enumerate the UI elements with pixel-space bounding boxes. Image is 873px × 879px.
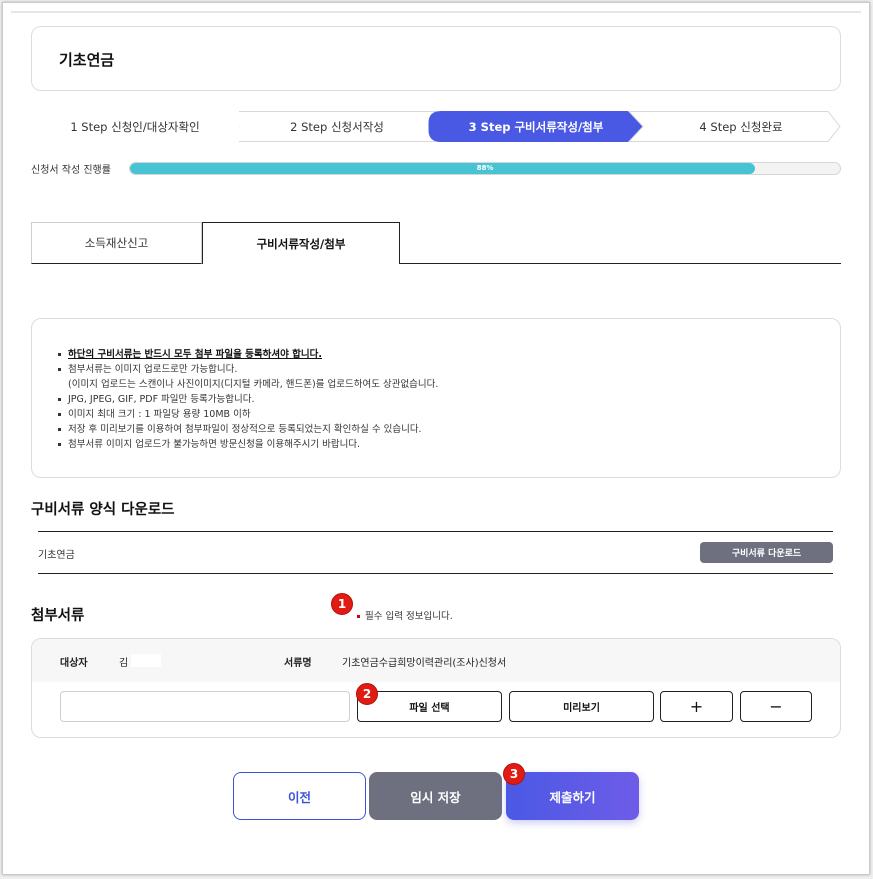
download-row-name: 기초연금 (38, 550, 75, 561)
notice-item: JPG, JPEG, GIF, PDF 파일만 등록가능합니다. (58, 392, 438, 407)
progress-text: 88% (476, 164, 494, 172)
target-label: 대상자 (60, 658, 88, 669)
target-value: 김 (119, 658, 129, 669)
step-indicator: 1 Step 신청인/대상자확인 2 Step 신청서작성 3 Step 구비서… (31, 111, 841, 142)
download-button[interactable]: 구비서류 다운로드 (700, 542, 833, 563)
file-select-button[interactable]: 파일 선택 (357, 691, 502, 722)
top-divider (11, 11, 861, 13)
download-section-title: 구비서류 양식 다운로드 (31, 502, 175, 518)
tab-documents[interactable]: 구비서류작성/첨부 (202, 222, 400, 264)
notice-item: 이미지 최대 크기 : 1 파일당 용량 10MB 이하 (58, 407, 438, 422)
file-path-input[interactable] (60, 691, 350, 722)
progress-bar: 88% (129, 162, 841, 175)
notice-item: (이미지 업로드는 스캔이나 사진이미지(디지털 카메라, 핸드폰)를 업로드하… (68, 379, 439, 390)
temp-save-button[interactable]: 임시 저장 (369, 772, 502, 820)
required-note: 필수 입력 정보입니다. (357, 608, 453, 622)
progress-label: 신청서 작성 진행률 (31, 165, 111, 176)
step-3-active: 3 Step 구비서류작성/첨부 (468, 119, 604, 134)
title-box: 기초연금 (31, 26, 841, 91)
doc-name: 기초연금수급희망이력관리(조사)신청서 (342, 658, 507, 669)
step-2: 2 Step 신청서작성 (290, 119, 384, 134)
page-title: 기초연금 (59, 51, 115, 69)
submit-button[interactable]: 제출하기 (506, 772, 639, 820)
remove-button[interactable]: − (740, 691, 812, 722)
notice-item: 첨부서류 이미지 업로드가 불가능하면 방문신청을 이용해주시기 바랍니다. (58, 437, 438, 452)
notice-box: 하단의 구비서류는 반드시 모두 첨부 파일을 등록하셔야 합니다. 첨부서류는… (31, 318, 841, 478)
tab-income-assets[interactable]: 소득재산신고 (31, 222, 202, 264)
masked-name (131, 654, 161, 667)
tab-underline (400, 263, 841, 264)
notice-item: 첨부서류는 이미지 업로드로만 가능합니다. (58, 362, 438, 377)
notice-item: 저장 후 미리보기를 이용하여 첨부파일이 정상적으로 등록되었는지 확인하실 … (58, 422, 438, 437)
step-badge-2: 2 (356, 683, 378, 705)
add-button[interactable]: + (660, 691, 733, 722)
notice-item: 하단의 구비서류는 반드시 모두 첨부 파일을 등록하셔야 합니다. (58, 347, 438, 362)
preview-button[interactable]: 미리보기 (509, 691, 654, 722)
attach-section-title: 첨부서류 (31, 608, 85, 624)
notice-list: 하단의 구비서류는 반드시 모두 첨부 파일을 등록하셔야 합니다. 첨부서류는… (58, 347, 438, 452)
step-badge-3: 3 (503, 763, 525, 785)
doc-label: 서류명 (284, 658, 312, 669)
download-table: 기초연금 구비서류 다운로드 (38, 531, 833, 574)
attachment-header: 대상자 김 서류명 기초연금수급희망이력관리(조사)신청서 (32, 639, 840, 682)
step-4: 4 Step 신청완료 (699, 119, 783, 134)
prev-button[interactable]: 이전 (233, 772, 366, 820)
step-badge-1: 1 (331, 593, 353, 615)
step-1: 1 Step 신청인/대상자확인 (31, 111, 239, 142)
attachment-panel: 대상자 김 서류명 기초연금수급희망이력관리(조사)신청서 파일 선택 미리보기… (31, 638, 841, 738)
